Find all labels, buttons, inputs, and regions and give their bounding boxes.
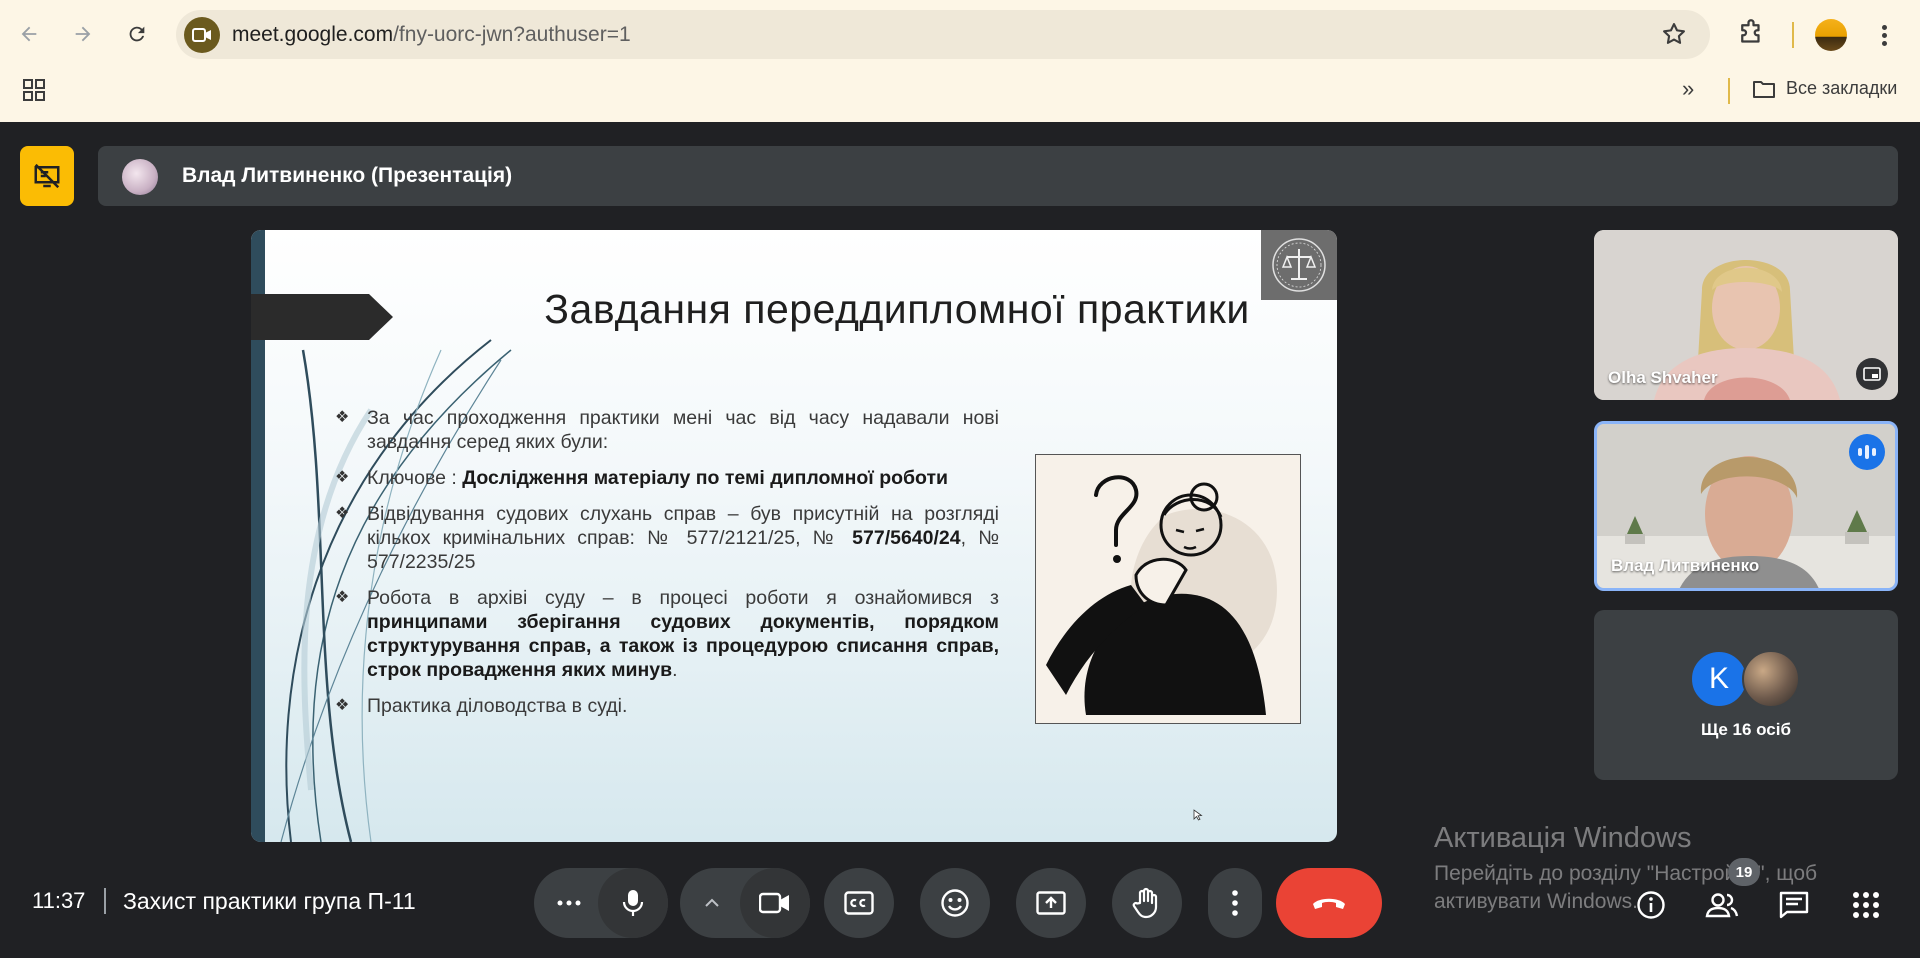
apps-grid-icon[interactable] <box>22 78 46 107</box>
participant-name: Olha Shvaher <box>1608 368 1718 387</box>
url-text[interactable]: meet.google.com/fny-uorc-jwn?authuser=1 <box>232 23 631 47</box>
presentation-bar: Влад Литвиненко (Презентація) <box>98 146 1898 206</box>
participant-name: Влад Литвиненко <box>1611 556 1760 575</box>
mouse-cursor-icon <box>1193 808 1203 826</box>
toolbar-divider <box>1792 22 1794 48</box>
slide-title-arrow <box>251 294 393 340</box>
reload-icon[interactable] <box>120 17 154 51</box>
shared-slide: Завдання переддипломної практики За час … <box>251 230 1337 842</box>
thinking-person-illustration <box>1035 454 1301 724</box>
more-bookmarks-chevron-icon[interactable]: » <box>1682 76 1694 102</box>
windows-activation-subtitle: Перейдіть до розділу "Настройки", щоб ак… <box>1434 862 1818 913</box>
forward-icon[interactable] <box>66 17 100 51</box>
others-tile[interactable]: K Ще 16 осіб <box>1594 610 1898 780</box>
slide-bullet: Ключове : Дослідження матеріалу по темі … <box>335 466 999 490</box>
url-host: meet.google.com <box>232 23 394 46</box>
slide-bullet: Практика діловодства в суді. <box>335 694 999 718</box>
browser-chrome: meet.google.com/fny-uorc-jwn?authuser=1 … <box>0 0 1920 122</box>
slide-title: Завдання переддипломної практики <box>544 286 1250 332</box>
presenter-avatar <box>122 159 158 195</box>
slide-bullet-list: За час проходження практики мені час від… <box>335 406 999 730</box>
bookmark-star-icon[interactable] <box>1660 20 1688 53</box>
meet-stage: Влад Литвиненко (Презентація) Завдання п… <box>0 122 1920 958</box>
participant-avatar-photo <box>1742 650 1800 708</box>
address-bar[interactable]: meet.google.com/fny-uorc-jwn?authuser=1 <box>176 10 1710 59</box>
url-path: /fny-uorc-jwn?authuser=1 <box>393 23 631 46</box>
bookmarks-divider <box>1728 78 1730 104</box>
slide-bullet: За час проходження практики мені час від… <box>335 406 999 454</box>
all-bookmarks-button[interactable]: Все закладки <box>1752 78 1897 99</box>
speaking-indicator-icon <box>1849 434 1885 470</box>
presentation-indicator[interactable] <box>20 146 74 206</box>
extensions-icon[interactable] <box>1736 19 1766 54</box>
folder-icon <box>1753 80 1775 98</box>
windows-activation-title: Активація Windows <box>1434 822 1692 854</box>
profile-avatar[interactable] <box>1815 19 1847 51</box>
all-bookmarks-label: Все закладки <box>1786 78 1898 98</box>
presentation-off-icon <box>34 163 60 189</box>
pip-icon[interactable] <box>1856 358 1888 390</box>
slide-bullet: Відвідування судових слухань справ – був… <box>335 502 999 574</box>
back-icon[interactable] <box>12 17 46 51</box>
others-count-label: Ще 16 осіб <box>1701 720 1791 739</box>
presenter-label: Влад Литвиненко (Презентація) <box>182 164 513 187</box>
participant-tile[interactable]: Olha Shvaher <box>1594 230 1898 400</box>
meet-site-icon[interactable] <box>184 17 220 53</box>
browser-menu-icon[interactable] <box>1872 19 1896 51</box>
participant-avatar-initial: K <box>1690 650 1748 708</box>
slide-bullet: Робота в архіві суду – в процесі роботи … <box>335 586 999 682</box>
participant-tile-active-speaker[interactable]: Влад Литвиненко <box>1594 421 1898 591</box>
